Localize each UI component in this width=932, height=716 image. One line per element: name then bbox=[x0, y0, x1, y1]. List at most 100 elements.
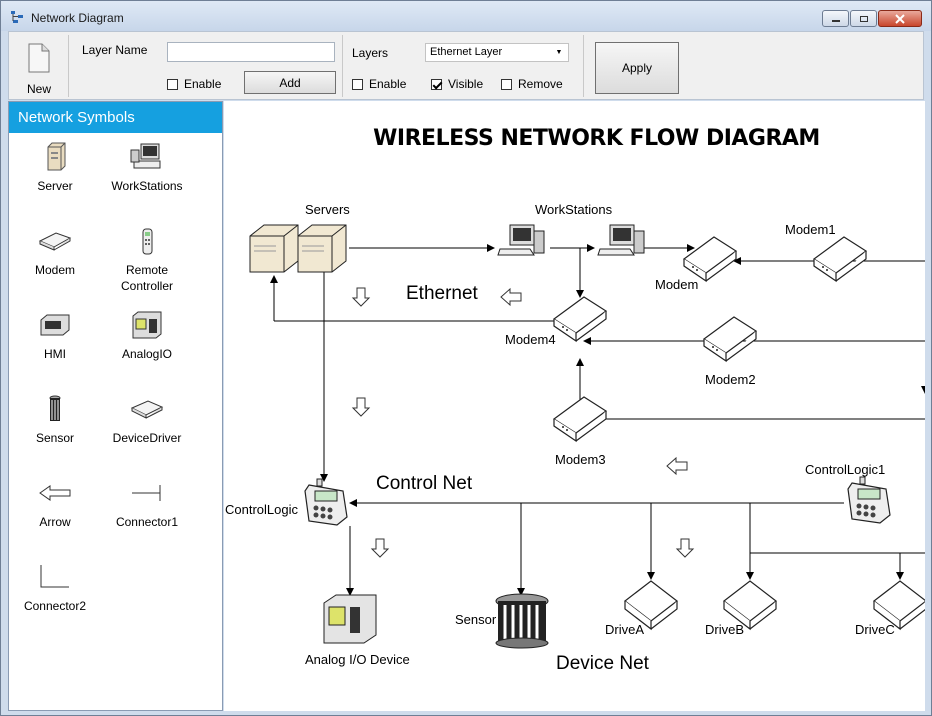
flow-arrow-left-icon bbox=[500, 288, 522, 306]
remove-checkbox-label: Remove bbox=[518, 77, 563, 91]
toolbar-separator bbox=[68, 35, 69, 97]
app-window: Network Diagram New Layer Name Enable Ad… bbox=[0, 0, 932, 716]
sensor-icon bbox=[49, 395, 61, 421]
visible-checkbox-box bbox=[431, 78, 442, 90]
remove-checkbox[interactable]: Remove bbox=[501, 77, 563, 91]
minimize-button[interactable] bbox=[822, 10, 849, 27]
modem2-node[interactable] bbox=[703, 316, 757, 362]
new-button-label: New bbox=[26, 82, 51, 96]
node-label-modem: Modem bbox=[655, 277, 699, 292]
chevron-down-icon: ▼ bbox=[555, 49, 563, 56]
sensor-node[interactable] bbox=[495, 593, 549, 649]
layer-enable-checkbox-label: Enable bbox=[369, 77, 407, 91]
workstation-node-2[interactable] bbox=[597, 224, 645, 256]
symbol-connector2[interactable]: Connector2 bbox=[9, 562, 101, 614]
symbol-label: WorkStations bbox=[111, 179, 183, 193]
layers-label: Layers bbox=[352, 46, 389, 60]
symbols-panel: Network Symbols Server WorkStations Mode… bbox=[8, 101, 223, 711]
symbol-label: Arrow bbox=[39, 515, 71, 529]
layer-enable-checkbox[interactable]: Enable bbox=[352, 77, 406, 91]
analog-io-icon bbox=[132, 311, 162, 339]
visible-checkbox[interactable]: Visible bbox=[431, 77, 483, 91]
diagram-canvas[interactable]: WIRELESS NETWORK FLOW DIAGRAM Servers Wo… bbox=[224, 101, 925, 711]
flow-arrow-left-icon bbox=[666, 457, 688, 475]
flow-arrow-down-icon bbox=[352, 397, 370, 417]
enable-checkbox-label: Enable bbox=[184, 77, 222, 91]
enable-checkbox-box bbox=[167, 78, 178, 90]
connector1-icon bbox=[132, 485, 161, 501]
network-app-icon bbox=[11, 11, 23, 23]
apply-button[interactable]: Apply bbox=[595, 42, 679, 94]
layers-dropdown[interactable]: Ethernet Layer ▼ bbox=[425, 43, 569, 62]
symbol-remote-controller[interactable]: Remote Controller bbox=[101, 226, 193, 294]
symbol-devicedriver[interactable]: DeviceDriver bbox=[101, 394, 193, 446]
node-label-driveb: DriveB bbox=[705, 622, 745, 637]
modem-icon bbox=[38, 232, 72, 251]
visible-checkbox-label: Visible bbox=[448, 77, 484, 91]
workstation-icon bbox=[130, 143, 161, 169]
flow-arrow-down-icon bbox=[676, 538, 694, 558]
toolbar-separator bbox=[342, 35, 343, 97]
symbol-label: HMI bbox=[44, 347, 66, 361]
symbol-server[interactable]: Server bbox=[9, 142, 101, 194]
servers-node[interactable] bbox=[249, 224, 347, 273]
add-button[interactable]: Add bbox=[244, 71, 336, 94]
node-label-sensor: Sensor bbox=[455, 612, 497, 627]
symbol-label: Remote Controller bbox=[120, 263, 174, 293]
layer-name-label: Layer Name bbox=[82, 43, 148, 57]
symbol-label: Connector2 bbox=[23, 599, 87, 613]
new-button[interactable]: New bbox=[17, 40, 61, 96]
controllogic1-node[interactable] bbox=[847, 476, 891, 524]
node-label-modem2: Modem2 bbox=[705, 372, 756, 387]
node-label-analog-io: Analog I/O Device bbox=[305, 652, 410, 667]
diagram-title: WIRELESS NETWORK FLOW DIAGRAM bbox=[373, 126, 820, 151]
node-label-modem4: Modem4 bbox=[505, 332, 556, 347]
enable-checkbox[interactable]: Enable bbox=[167, 77, 221, 91]
symbol-label: Connector1 bbox=[115, 515, 179, 529]
net-label-device: Device Net bbox=[556, 653, 649, 674]
remove-checkbox-box bbox=[501, 78, 512, 90]
server-icon bbox=[47, 142, 66, 171]
net-label-ethernet: Ethernet bbox=[406, 283, 478, 304]
layer-name-input[interactable] bbox=[167, 42, 335, 62]
remote-controller-icon bbox=[142, 228, 153, 255]
modem-node[interactable] bbox=[683, 236, 737, 282]
symbol-connector1[interactable]: Connector1 bbox=[101, 478, 193, 530]
modem4-node[interactable] bbox=[553, 296, 607, 342]
layers-dropdown-value: Ethernet Layer bbox=[430, 46, 503, 58]
connector2-icon bbox=[40, 565, 69, 588]
workstation-node-1[interactable] bbox=[497, 224, 545, 256]
new-document-icon bbox=[28, 43, 50, 73]
close-button[interactable] bbox=[878, 10, 922, 27]
minimize-icon bbox=[831, 19, 840, 22]
flow-arrow-down-icon bbox=[352, 287, 370, 307]
symbol-label: DeviceDriver bbox=[112, 431, 182, 445]
device-driver-icon bbox=[130, 400, 164, 419]
diagram-connectors bbox=[249, 224, 925, 649]
hmi-icon bbox=[40, 314, 70, 336]
maximize-button[interactable] bbox=[850, 10, 877, 27]
symbol-workstations[interactable]: WorkStations bbox=[101, 142, 193, 194]
symbol-modem[interactable]: Modem bbox=[9, 226, 101, 278]
modem1-node[interactable] bbox=[813, 236, 867, 282]
controllogic-node[interactable] bbox=[304, 478, 348, 526]
symbol-sensor[interactable]: Sensor bbox=[9, 394, 101, 446]
node-label-controllogic: ControlLogic bbox=[225, 502, 298, 517]
node-label-drivea: DriveA bbox=[605, 622, 645, 637]
layer-toolbar: New Layer Name Enable Add Layers Etherne… bbox=[8, 31, 924, 100]
modem3-node[interactable] bbox=[553, 396, 607, 442]
symbol-hmi[interactable]: HMI bbox=[9, 310, 101, 362]
node-label-controllogic1: ControlLogic1 bbox=[805, 462, 886, 477]
symbol-arrow[interactable]: Arrow bbox=[9, 478, 101, 530]
toolbar-separator bbox=[583, 35, 584, 97]
analog-io-node[interactable] bbox=[323, 594, 377, 644]
close-icon bbox=[895, 13, 905, 24]
symbol-label: Sensor bbox=[35, 431, 75, 445]
symbol-label: Server bbox=[37, 179, 73, 193]
symbol-analogio[interactable]: AnalogIO bbox=[101, 310, 193, 362]
arrow-icon bbox=[39, 485, 71, 501]
window-controls bbox=[821, 10, 922, 27]
node-label-modem3: Modem3 bbox=[555, 452, 606, 467]
symbols-panel-title: Network Symbols bbox=[9, 102, 222, 133]
restore-icon bbox=[859, 15, 868, 22]
